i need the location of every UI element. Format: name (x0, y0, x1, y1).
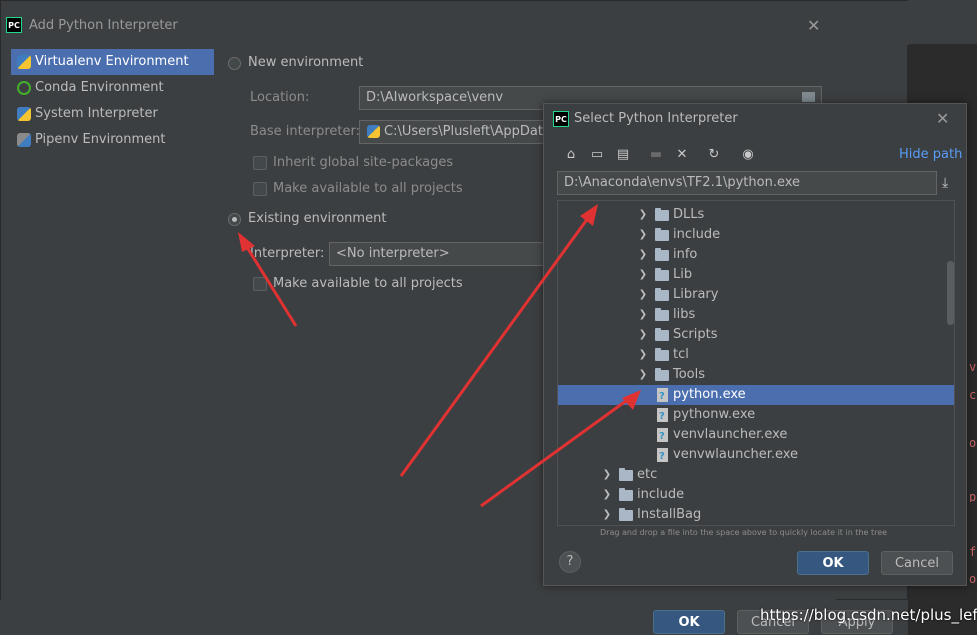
arrow-to-existing-env (238, 232, 298, 327)
annotation-arrows (238, 204, 641, 508)
arrow-to-python-exe (480, 390, 641, 508)
arrow-to-path (399, 204, 598, 477)
watermark: https://blog.csdn.net/plus_left (760, 606, 977, 624)
